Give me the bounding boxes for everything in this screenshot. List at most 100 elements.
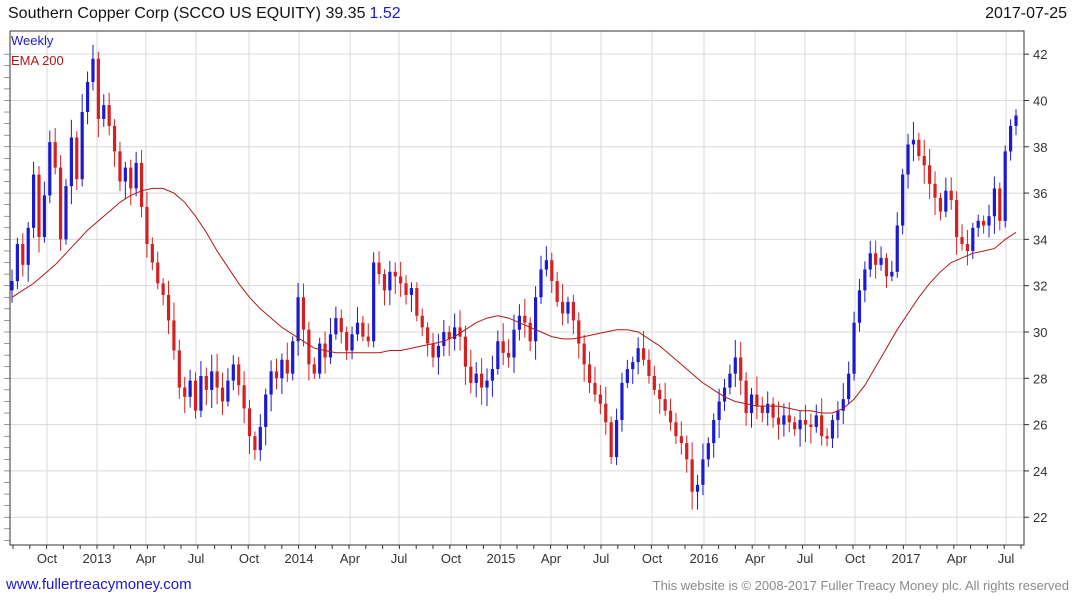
candle-up [890, 271, 894, 277]
candle-up [895, 225, 899, 272]
candle-down [982, 220, 986, 226]
candle-up [539, 269, 543, 298]
candle-down [809, 424, 813, 427]
candle-up [712, 419, 716, 444]
candle-down [183, 387, 187, 397]
candle-down [652, 375, 656, 390]
candle-up [798, 419, 802, 430]
legend-label: Weekly [11, 33, 54, 48]
candle-down [955, 200, 959, 238]
y-tick-label: 30 [1033, 325, 1047, 340]
candles [10, 44, 1018, 510]
candle-down [501, 341, 505, 353]
candle-down [933, 183, 937, 198]
candle-up [971, 227, 975, 251]
candle-up [490, 369, 495, 381]
candle-down [820, 415, 824, 437]
candle-up [749, 394, 754, 414]
candle-down [874, 253, 878, 265]
candle-down [739, 357, 743, 381]
candle-down [560, 301, 565, 314]
candle-down [679, 436, 683, 444]
candle-down [393, 271, 397, 277]
candle-down [447, 331, 451, 339]
candle-down [469, 366, 473, 383]
candle-down [922, 156, 926, 166]
candle-down [938, 197, 943, 212]
candle-up [355, 322, 360, 335]
candle-up [269, 371, 273, 395]
x-tick-label: Jul [188, 551, 205, 566]
candle-up [485, 380, 489, 388]
candle-down [787, 415, 791, 423]
copyright-text: This website is © 2008-2017 Fuller Treac… [652, 578, 1069, 593]
legend-label: EMA 200 [11, 53, 64, 68]
candle-up [814, 415, 818, 427]
candle-down [307, 329, 311, 365]
candle-up [85, 81, 90, 113]
candle-up [188, 380, 192, 397]
candle-down [431, 343, 435, 358]
candle-down [928, 165, 932, 184]
site-link[interactable]: www.fullertreacymoney.com [6, 576, 192, 593]
y-tick-label: 32 [1033, 279, 1047, 294]
candle-up [291, 341, 295, 374]
candle-up [847, 373, 851, 400]
candle-up [728, 373, 732, 388]
candle-up [328, 334, 333, 358]
candle-down [172, 320, 176, 351]
candle-down [220, 387, 225, 402]
candle-up [901, 174, 905, 226]
y-tick-label: 40 [1033, 93, 1047, 108]
candle-down [960, 237, 964, 245]
candle-up [1014, 115, 1018, 126]
candle-up [620, 382, 624, 420]
candle-down [793, 422, 797, 430]
candle-down [129, 167, 133, 189]
candle-down [415, 288, 419, 316]
candle-up [706, 443, 710, 460]
candle-down [641, 348, 646, 360]
candle-down [177, 350, 181, 388]
candle-up [722, 387, 727, 402]
candle-down [917, 139, 921, 157]
y-tick-label: 24 [1033, 464, 1047, 479]
x-tick-label: Oct [642, 551, 663, 566]
candle-up [442, 331, 446, 346]
candle-down [139, 162, 144, 207]
candle-up [636, 348, 640, 363]
candle-up [318, 343, 322, 374]
x-tick-label: Apr [745, 551, 766, 566]
candle-up [102, 105, 106, 119]
candle-down [604, 403, 608, 423]
candle-down [161, 283, 165, 295]
candle-up [717, 401, 721, 420]
y-tick-label: 28 [1033, 371, 1047, 386]
y-tick-label: 34 [1033, 232, 1047, 247]
candle-up [350, 334, 354, 351]
candle-up [830, 419, 835, 439]
candle-up [226, 380, 230, 402]
candle-up [695, 484, 700, 492]
candle-down [965, 244, 970, 251]
candle-down [674, 422, 678, 437]
candle-up [264, 394, 268, 427]
candle-down [776, 417, 781, 425]
candle-up [409, 288, 414, 295]
candle-down [58, 167, 63, 240]
candle-down [366, 336, 370, 342]
candle-up [372, 262, 376, 342]
x-tick-label: Apr [340, 551, 361, 566]
y-tick-label: 38 [1033, 140, 1047, 155]
candle-down [215, 371, 219, 388]
candle-down [21, 244, 25, 265]
candle-down [361, 322, 365, 337]
candle-down [668, 410, 673, 423]
candle-up [992, 188, 997, 217]
candle-up [879, 257, 883, 265]
candle-up [566, 301, 570, 314]
candle-up [26, 227, 30, 265]
y-tick-label: 22 [1033, 510, 1047, 525]
y-tick-label: 36 [1033, 186, 1047, 201]
x-tick-label: Apr [541, 551, 562, 566]
